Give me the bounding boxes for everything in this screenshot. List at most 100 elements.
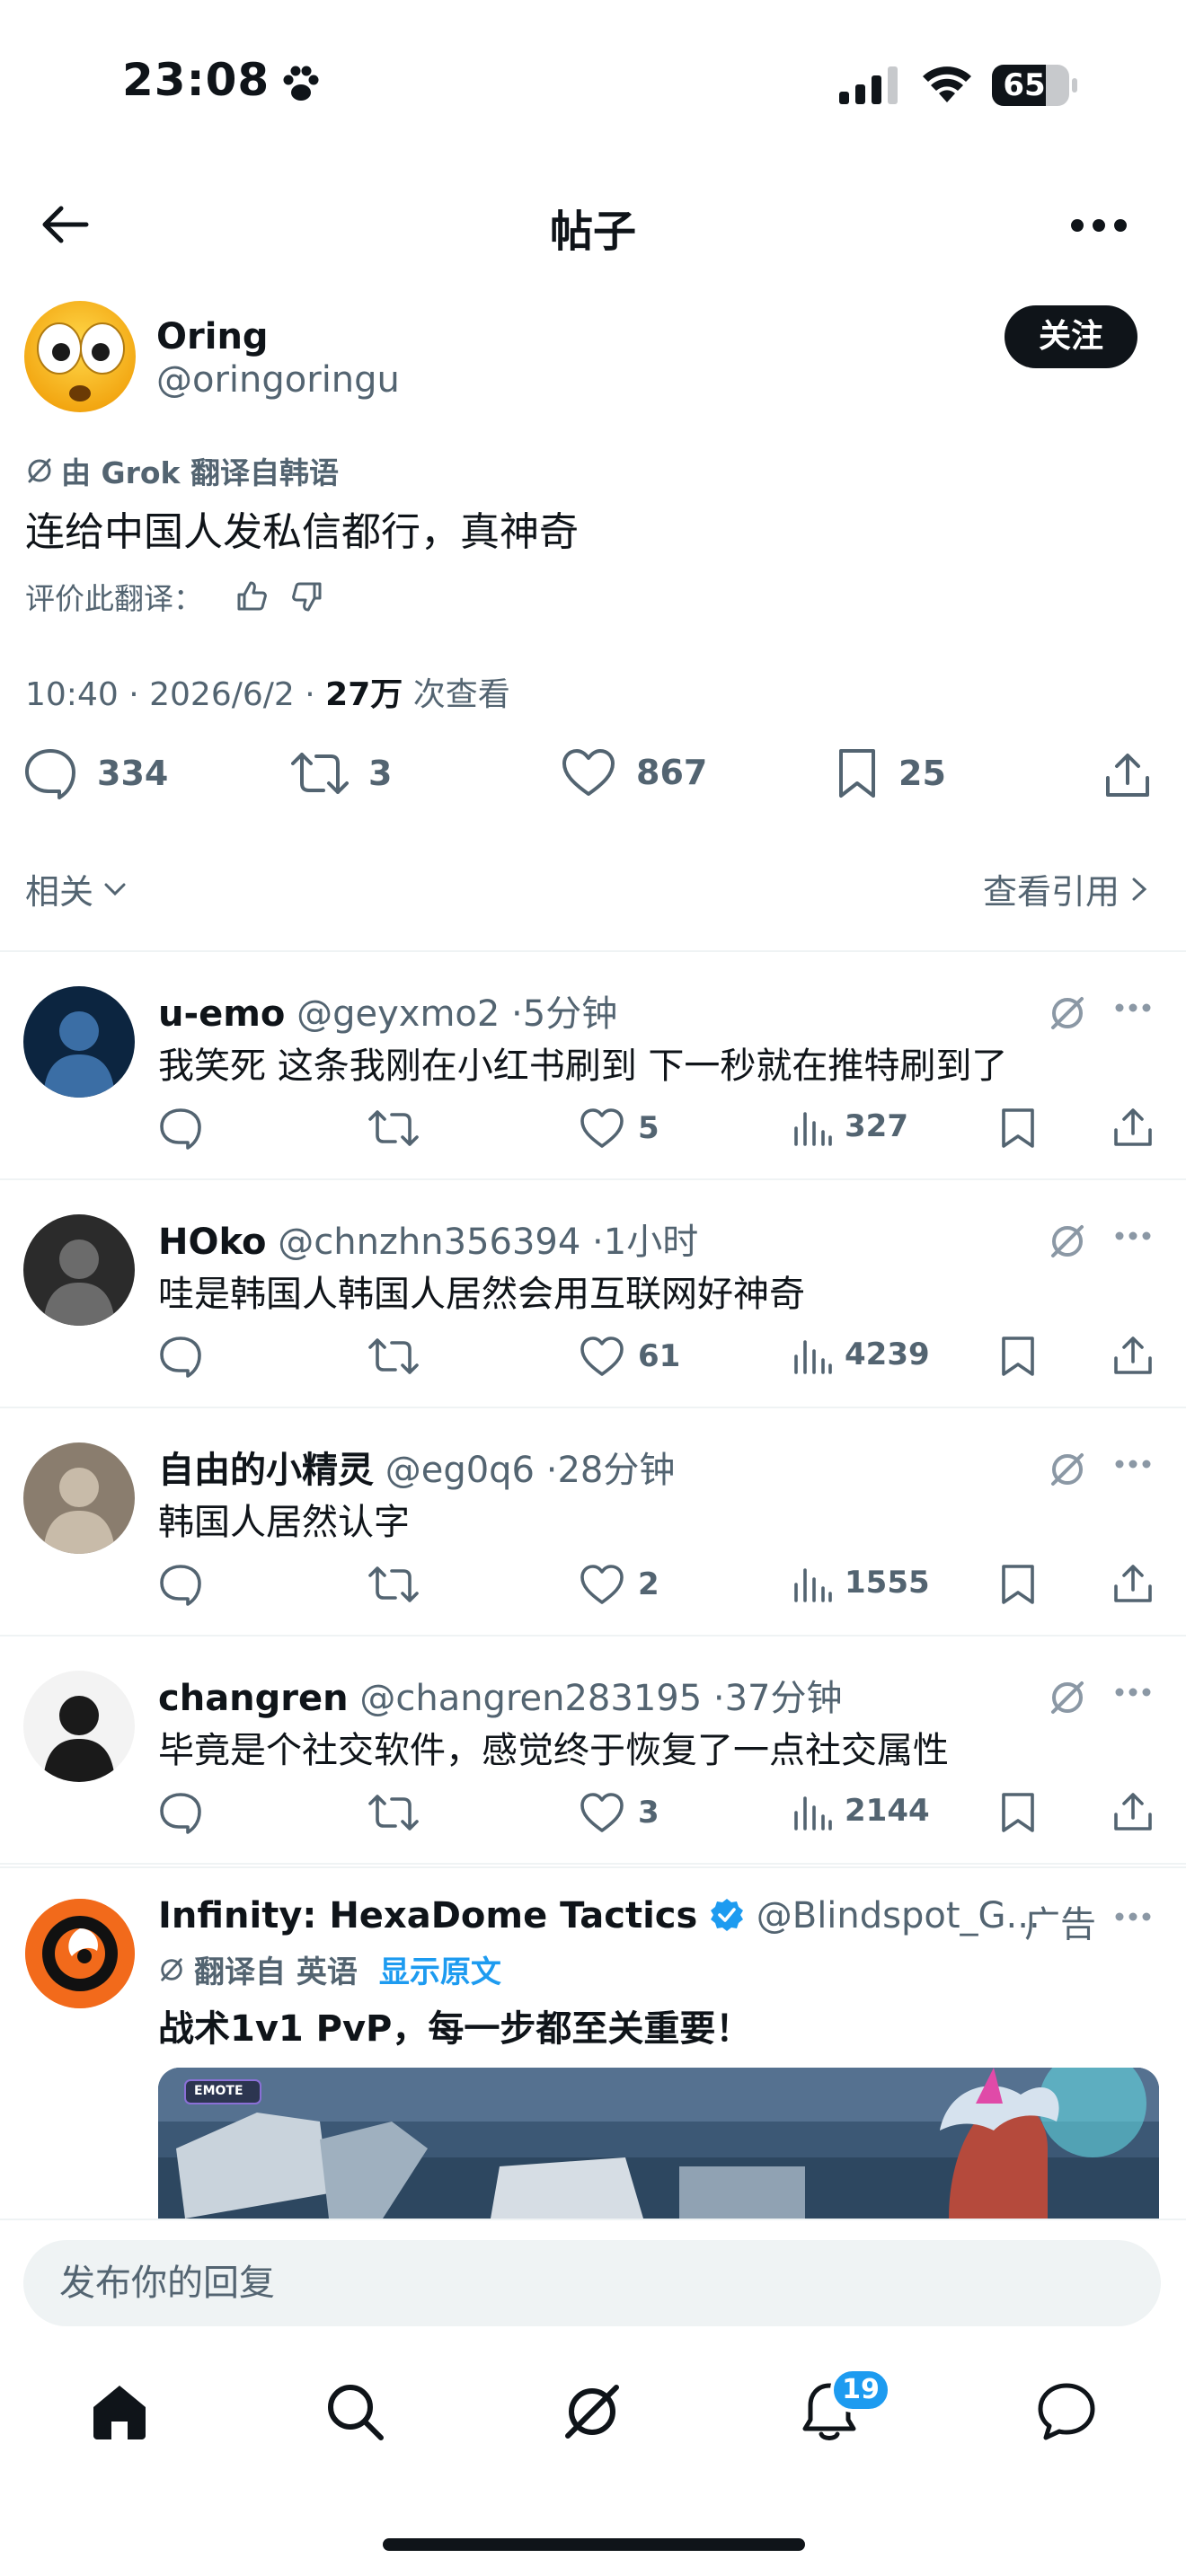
repost-button[interactable]	[368, 1563, 419, 1606]
reply-header: 自由的小精灵 @eg0q6 ·28分钟	[158, 1441, 675, 1493]
reply-author-handle[interactable]: @geyxmo2	[296, 993, 500, 1035]
reply-author-name[interactable]: HOko	[158, 1222, 267, 1263]
bookmark-stat[interactable]: 25	[836, 747, 946, 799]
repost-button[interactable]	[368, 1335, 419, 1378]
reply-item[interactable]: 自由的小精灵 @eg0q6 ·28分钟 韩国人居然认字 2 1555	[0, 1408, 1186, 1636]
repost-count: 3	[368, 754, 393, 793]
more-options-button[interactable]	[1114, 1687, 1152, 1698]
thumbs-down-icon[interactable]	[289, 578, 325, 614]
tab-messages[interactable]	[1035, 2380, 1098, 2443]
analytics-icon	[794, 1112, 832, 1146]
ad-author-name[interactable]: Infinity: HexaDome Tactics	[158, 1895, 697, 1936]
analytics-icon	[794, 1796, 832, 1831]
reply-avatar[interactable]	[23, 986, 135, 1098]
views-button[interactable]: 4239	[792, 1335, 930, 1374]
tab-home[interactable]	[88, 2380, 151, 2443]
like-button[interactable]: 61	[579, 1335, 680, 1378]
reply-author-handle[interactable]: @changren283195	[359, 1678, 702, 1719]
share-button[interactable]	[1112, 1791, 1154, 1832]
views-button[interactable]: 327	[792, 1107, 908, 1146]
more-options-button[interactable]	[1114, 1002, 1152, 1013]
related-label: 相关	[25, 872, 94, 912]
reply-author-name[interactable]: 自由的小精灵	[158, 1450, 374, 1491]
bookmark-icon	[1002, 1108, 1034, 1148]
author-name[interactable]: Oring	[156, 316, 269, 357]
heart-icon	[580, 1108, 624, 1148]
like-button[interactable]: 3	[579, 1791, 659, 1834]
grok-icon[interactable]	[1046, 1676, 1089, 1719]
ad-label: 广告	[1024, 1904, 1096, 1945]
views-button[interactable]: 2144	[792, 1791, 930, 1831]
reply-button[interactable]	[158, 1107, 203, 1150]
view-count: 327	[845, 1108, 908, 1144]
like-button[interactable]: 5	[579, 1107, 659, 1150]
rate-translation: 评价此翻译：	[25, 575, 325, 618]
bookmark-button[interactable]	[999, 1791, 1037, 1834]
post-time[interactable]: 10:40	[25, 676, 119, 713]
follow-button[interactable]: 关注	[1005, 305, 1137, 368]
translation-note: 由 Grok 翻译自韩语	[25, 449, 339, 492]
reply-time: 1小时	[603, 1222, 699, 1263]
ad-media[interactable]: EMOTE	[158, 2068, 1159, 2219]
more-options-button[interactable]	[1069, 217, 1128, 234]
reply-button[interactable]	[158, 1791, 203, 1834]
thumbs-up-icon[interactable]	[234, 578, 270, 614]
more-options-button[interactable]	[1114, 1459, 1152, 1469]
reply-avatar[interactable]	[23, 1214, 135, 1326]
grok-icon[interactable]	[1046, 1220, 1089, 1263]
author-avatar[interactable]	[23, 300, 137, 413]
repost-button[interactable]	[368, 1791, 419, 1834]
reply-author-name[interactable]: changren	[158, 1678, 349, 1719]
related-dropdown[interactable]: 相关	[25, 864, 129, 913]
repost-icon	[291, 753, 349, 794]
reply-avatar[interactable]	[23, 1671, 135, 1782]
tab-search[interactable]	[323, 2380, 386, 2443]
like-button[interactable]: 2	[579, 1563, 659, 1606]
share-button[interactable]	[1112, 1335, 1154, 1376]
reply-avatar[interactable]	[23, 1442, 135, 1554]
post-date[interactable]: 2026/6/2	[149, 676, 295, 713]
bookmark-button[interactable]	[999, 1107, 1037, 1150]
bookmark-button[interactable]	[999, 1563, 1037, 1606]
share-button[interactable]	[1112, 1107, 1154, 1148]
wifi-icon	[920, 63, 974, 104]
share-button[interactable]	[1112, 1563, 1154, 1604]
reply-item[interactable]: changren @changren283195 ·37分钟 毕竟是个社交软件，…	[0, 1636, 1186, 1865]
ad-author-handle[interactable]: @Blindspot_G...	[757, 1895, 1040, 1936]
grok-icon[interactable]	[1046, 992, 1089, 1035]
translation-note-text: 由 Grok 翻译自韩语	[61, 455, 339, 490]
ad-avatar[interactable]	[25, 1899, 135, 2008]
view-quotes-link[interactable]: 查看引用	[983, 864, 1150, 913]
reply-stat[interactable]: 334	[23, 747, 168, 799]
search-icon	[328, 2385, 384, 2440]
show-original-link[interactable]: 显示原文	[379, 1947, 501, 1991]
home-indicator	[383, 2538, 805, 2551]
views-button[interactable]: 1555	[792, 1563, 930, 1602]
grok-icon[interactable]	[1046, 1448, 1089, 1491]
reply-item[interactable]: u-emo @geyxmo2 ·5分钟 我笑死 这条我刚在小红书刷到 下一秒就在…	[0, 952, 1186, 1180]
ad-header: Infinity: HexaDome Tactics @Blindspot_G.…	[158, 1895, 1040, 1936]
view-count: 1555	[845, 1565, 930, 1601]
reply-author-handle[interactable]: @chnzhn356394	[278, 1222, 580, 1263]
reply-author-handle[interactable]: @eg0q6	[385, 1450, 535, 1491]
reply-author-name[interactable]: u-emo	[158, 993, 285, 1035]
author-handle[interactable]: @oringoringu	[156, 359, 400, 401]
repost-stat[interactable]: 3	[291, 747, 392, 799]
reply-button[interactable]	[158, 1563, 203, 1606]
more-options-button[interactable]	[1114, 1911, 1152, 1922]
tab-grok[interactable]	[561, 2380, 624, 2443]
reply-input[interactable]: 发布你的回复	[23, 2240, 1161, 2326]
bookmark-icon	[1002, 1337, 1034, 1376]
reply-item[interactable]: HOko @chnzhn356394 ·1小时 哇是韩国人韩国人居然会用互联网好…	[0, 1180, 1186, 1408]
more-options-button[interactable]	[1114, 1231, 1152, 1241]
reply-icon	[25, 749, 75, 799]
repost-button[interactable]	[368, 1107, 419, 1150]
like-stat[interactable]: 867	[561, 747, 707, 798]
divider	[0, 1863, 1186, 1865]
ad-text: 战术1v1 PvP，每一步都至关重要！	[158, 2008, 752, 2050]
grok-icon	[565, 2385, 619, 2439]
bookmark-button[interactable]	[999, 1335, 1037, 1378]
share-button[interactable]	[1103, 751, 1152, 799]
reply-button[interactable]	[158, 1335, 203, 1378]
repost-icon	[368, 1795, 419, 1831]
